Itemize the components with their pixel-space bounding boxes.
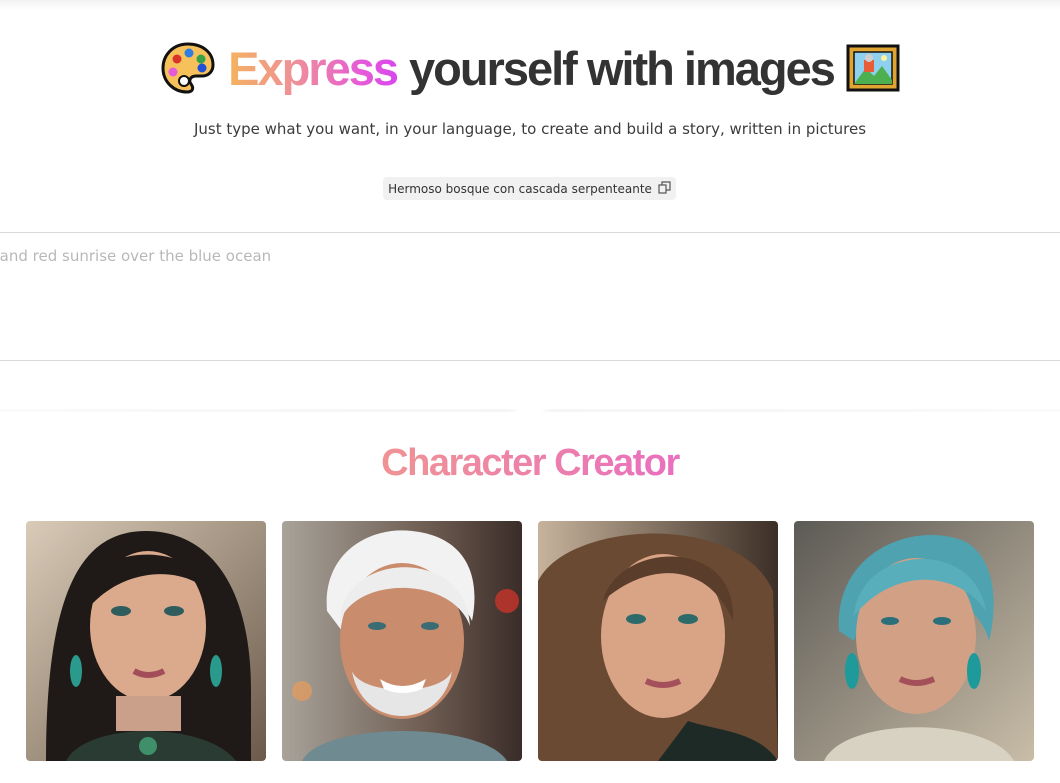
character-card-teal-haired-woman[interactable] xyxy=(794,521,1034,761)
character-card-dark-bob-woman[interactable] xyxy=(26,521,266,761)
copy-icon xyxy=(658,180,671,197)
hero-title: Express yourself with images xyxy=(0,36,1060,100)
character-grid xyxy=(26,521,1034,761)
example-prompt-label: Hermoso bosque con cascada serpenteante xyxy=(388,181,652,196)
portrait-image xyxy=(26,521,266,761)
prompt-input-container xyxy=(0,232,1060,361)
top-shadow xyxy=(0,0,1060,10)
section-divider xyxy=(0,409,1060,412)
framed-picture-icon xyxy=(846,44,900,92)
hero-subtitle: Just type what you want, in your languag… xyxy=(193,120,867,138)
portrait-image xyxy=(538,521,778,761)
character-creator-title: Character Creator xyxy=(0,442,1060,485)
palette-icon xyxy=(160,40,216,96)
portrait-image xyxy=(794,521,1034,761)
portrait-image xyxy=(282,521,522,761)
character-card-brown-haired-woman[interactable] xyxy=(538,521,778,761)
prompt-input[interactable] xyxy=(0,233,1060,360)
example-prompt-chip[interactable]: Hermoso bosque con cascada serpenteante xyxy=(383,177,676,200)
character-card-white-haired-man[interactable] xyxy=(282,521,522,761)
title-rest: yourself with images xyxy=(409,41,836,95)
title-highlight: Express xyxy=(228,41,399,95)
